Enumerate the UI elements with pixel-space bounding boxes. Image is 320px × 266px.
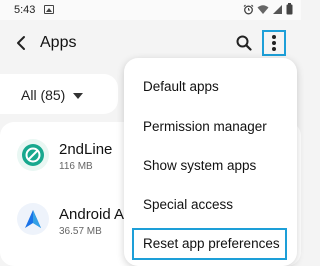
wifi-icon <box>257 4 269 14</box>
battery-icon <box>286 3 293 15</box>
menu-item-reset-app-preferences[interactable]: Reset app preferences <box>124 226 297 262</box>
app-size: 36.57 MB <box>59 226 102 237</box>
caret-down-icon <box>73 93 83 99</box>
more-options-icon <box>272 35 276 39</box>
status-icons <box>243 3 293 15</box>
menu-item-default-apps[interactable]: Default apps <box>124 69 297 105</box>
menu-item-label: Special access <box>143 197 234 212</box>
menu-item-label: Permission manager <box>143 119 267 134</box>
2ndline-app-icon <box>17 139 49 171</box>
status-time: 5:43 <box>14 4 36 16</box>
menu-item-permission-manager[interactable]: Permission manager <box>124 109 297 145</box>
android-auto-app-icon <box>17 203 49 235</box>
more-options-button[interactable] <box>262 30 286 56</box>
menu-item-show-system-apps[interactable]: Show system apps <box>124 148 297 184</box>
menu-item-special-access[interactable]: Special access <box>124 187 297 223</box>
page-title: Apps <box>40 34 77 51</box>
app-name: 2ndLine <box>59 141 113 158</box>
signal-icon <box>273 4 282 14</box>
menu-item-label: Show system apps <box>143 158 257 173</box>
alarm-icon <box>243 4 254 14</box>
overflow-menu: Default apps Permission manager Show sys… <box>124 58 297 266</box>
menu-item-label: Reset app preferences <box>143 236 280 251</box>
menu-item-label: Default apps <box>143 79 219 94</box>
search-icon[interactable] <box>236 35 252 51</box>
back-arrow-icon[interactable] <box>14 34 30 52</box>
image-icon <box>44 5 54 14</box>
status-bar: 5:43 <box>0 0 301 20</box>
filter-dropdown[interactable]: All (85) <box>0 74 118 114</box>
filter-label: All (85) <box>21 87 66 103</box>
app-size: 116 MB <box>59 161 93 172</box>
